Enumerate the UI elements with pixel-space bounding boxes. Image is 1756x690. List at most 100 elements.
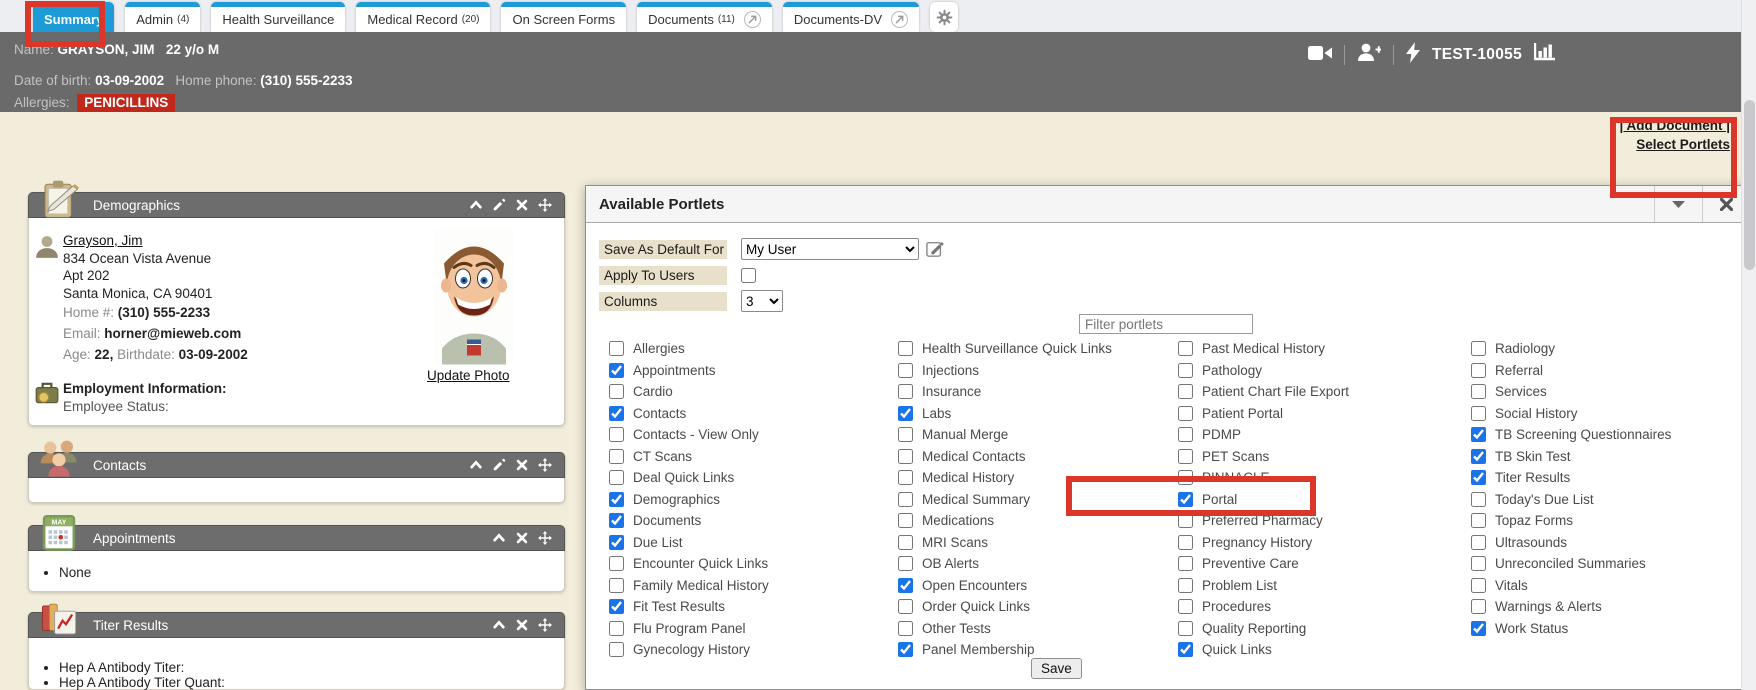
portlet-option-checkbox[interactable] <box>898 427 913 442</box>
portlet-option-deal-quick-links[interactable]: Deal Quick Links <box>609 467 881 489</box>
portlet-option-demographics[interactable]: Demographics <box>609 489 881 511</box>
portlet-option-medications[interactable]: Medications <box>898 510 1170 532</box>
portlet-option-checkbox[interactable] <box>898 470 913 485</box>
portlet-option-insurance[interactable]: Insurance <box>898 381 1170 403</box>
portlet-option-injections[interactable]: Injections <box>898 360 1170 382</box>
portlet-option-patient-portal[interactable]: Patient Portal <box>1178 403 1450 425</box>
portlet-option-services[interactable]: Services <box>1471 381 1743 403</box>
portlet-demographics-header[interactable]: Demographics <box>28 192 565 218</box>
portlet-option-checkbox[interactable] <box>1178 535 1193 550</box>
portlet-option-checkbox[interactable] <box>1178 363 1193 378</box>
close-icon[interactable] <box>515 198 529 212</box>
portlet-option-checkbox[interactable] <box>898 599 913 614</box>
portlet-option-checkbox[interactable] <box>898 492 913 507</box>
portlet-option-ob-alerts[interactable]: OB Alerts <box>898 553 1170 575</box>
portlet-option-checkbox[interactable] <box>898 535 913 550</box>
add-person-icon[interactable] <box>1357 43 1381 67</box>
portlet-option-checkbox[interactable] <box>1178 427 1193 442</box>
portlet-option-labs[interactable]: Labs <box>898 403 1170 425</box>
vertical-scrollbar[interactable] <box>1741 0 1756 690</box>
portlet-option-pinnacle[interactable]: PINNACLE <box>1178 467 1450 489</box>
portlet-option-mri-scans[interactable]: MRI Scans <box>898 532 1170 554</box>
portlet-option-ct-scans[interactable]: CT Scans <box>609 446 881 468</box>
portlet-option-quick-links[interactable]: Quick Links <box>1178 639 1450 661</box>
tab-documents[interactable]: Documents(11) <box>637 2 772 32</box>
edit-default-icon[interactable] <box>926 240 944 258</box>
portlet-option-checkbox[interactable] <box>1178 341 1193 356</box>
collapse-icon[interactable] <box>492 531 506 545</box>
portlet-option-checkbox[interactable] <box>609 363 624 378</box>
allergy-badge[interactable]: PENICILLINS <box>77 94 175 112</box>
portlet-option-checkbox[interactable] <box>1178 384 1193 399</box>
portlet-option-checkbox[interactable] <box>898 341 913 356</box>
portlet-option-checkbox[interactable] <box>1471 427 1486 442</box>
portlet-option-tb-screening-questionnaires[interactable]: TB Screening Questionnaires <box>1471 424 1743 446</box>
collapse-icon[interactable] <box>469 458 483 472</box>
portlet-option-medical-contacts[interactable]: Medical Contacts <box>898 446 1170 468</box>
save-button[interactable]: Save <box>1031 658 1082 679</box>
portlet-option-warnings-alerts[interactable]: Warnings & Alerts <box>1471 596 1743 618</box>
portlet-option-unreconciled-summaries[interactable]: Unreconciled Summaries <box>1471 553 1743 575</box>
portlet-option-checkbox[interactable] <box>898 621 913 636</box>
portlet-option-checkbox[interactable] <box>609 642 624 657</box>
portlet-option-checkbox[interactable] <box>609 578 624 593</box>
portlet-option-checkbox[interactable] <box>609 513 624 528</box>
portlet-option-checkbox[interactable] <box>1178 556 1193 571</box>
patient-name-link[interactable]: Grayson, Jim <box>63 233 143 248</box>
portlet-option-checkbox[interactable] <box>1178 470 1193 485</box>
portlet-option-checkbox[interactable] <box>1178 599 1193 614</box>
portlet-option-procedures[interactable]: Procedures <box>1178 596 1450 618</box>
portlet-option-portal[interactable]: Portal <box>1178 489 1450 511</box>
filter-portlets-input[interactable] <box>1079 314 1253 334</box>
portlet-option-checkbox[interactable] <box>609 535 624 550</box>
edit-pencil-icon[interactable] <box>492 458 506 472</box>
portlet-option-order-quick-links[interactable]: Order Quick Links <box>898 596 1170 618</box>
edit-pencil-icon[interactable] <box>492 198 506 212</box>
portlet-option-checkbox[interactable] <box>1471 578 1486 593</box>
move-icon[interactable] <box>538 458 552 472</box>
portlet-option-work-status[interactable]: Work Status <box>1471 618 1743 640</box>
portlet-option-checkbox[interactable] <box>1178 578 1193 593</box>
columns-select[interactable]: 3 <box>741 290 783 312</box>
portlet-contacts-header[interactable]: Contacts <box>28 452 565 478</box>
portlet-option-checkbox[interactable] <box>1178 621 1193 636</box>
portlet-option-checkbox[interactable] <box>609 406 624 421</box>
portlet-option-checkbox[interactable] <box>609 492 624 507</box>
tab-documents-dv[interactable]: Documents-DV <box>783 2 919 32</box>
portlet-option-pet-scans[interactable]: PET Scans <box>1178 446 1450 468</box>
close-icon[interactable] <box>515 618 529 632</box>
move-icon[interactable] <box>538 618 552 632</box>
portlet-option-social-history[interactable]: Social History <box>1471 403 1743 425</box>
portlet-appointments-header[interactable]: MAY Appointments <box>28 525 565 551</box>
portlet-option-checkbox[interactable] <box>609 427 624 442</box>
portlet-option-checkbox[interactable] <box>898 642 913 657</box>
popout-icon[interactable] <box>744 11 761 28</box>
tab-health-surveillance[interactable]: Health Surveillance <box>211 2 345 32</box>
portlet-option-checkbox[interactable] <box>1471 599 1486 614</box>
portlet-option-checkbox[interactable] <box>1471 492 1486 507</box>
portlet-option-preferred-pharmacy[interactable]: Preferred Pharmacy <box>1178 510 1450 532</box>
portlet-option-checkbox[interactable] <box>609 341 624 356</box>
portlet-option-topaz-forms[interactable]: Topaz Forms <box>1471 510 1743 532</box>
portlet-option-checkbox[interactable] <box>898 449 913 464</box>
move-icon[interactable] <box>538 531 552 545</box>
portlet-option-health-surveillance-quick-links[interactable]: Health Surveillance Quick Links <box>898 338 1170 360</box>
portlet-option-checkbox[interactable] <box>1178 449 1193 464</box>
portlet-option-checkbox[interactable] <box>898 363 913 378</box>
select-portlets-link[interactable]: Select Portlets <box>1619 135 1730 154</box>
portlet-option-family-medical-history[interactable]: Family Medical History <box>609 575 881 597</box>
portlet-option-checkbox[interactable] <box>609 449 624 464</box>
portlet-option-medical-history[interactable]: Medical History <box>898 467 1170 489</box>
portlet-option-documents[interactable]: Documents <box>609 510 881 532</box>
apply-to-users-checkbox[interactable] <box>741 268 756 283</box>
update-photo-link[interactable]: Update Photo <box>427 368 510 383</box>
chart-tabs-settings-gear-icon[interactable] <box>930 2 958 32</box>
portlet-option-checkbox[interactable] <box>1178 642 1193 657</box>
video-camera-icon[interactable] <box>1308 44 1332 67</box>
quick-actions-bolt-icon[interactable] <box>1406 42 1420 68</box>
portlet-option-checkbox[interactable] <box>1471 470 1486 485</box>
collapse-icon[interactable] <box>469 198 483 212</box>
portlet-option-manual-merge[interactable]: Manual Merge <box>898 424 1170 446</box>
portlet-option-referral[interactable]: Referral <box>1471 360 1743 382</box>
portlet-option-cardio[interactable]: Cardio <box>609 381 881 403</box>
